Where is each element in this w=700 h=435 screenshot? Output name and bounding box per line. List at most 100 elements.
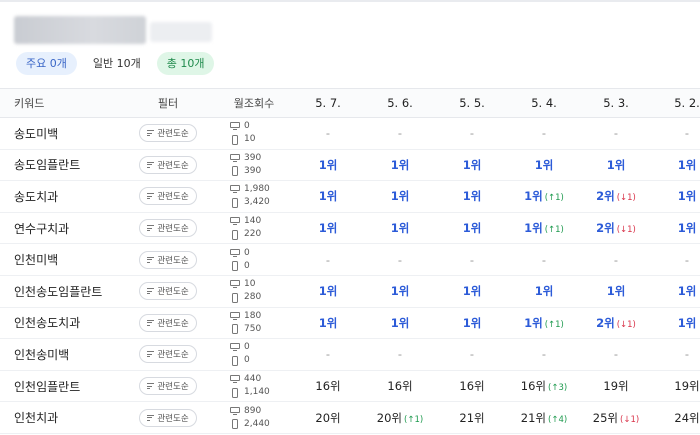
rank-cell[interactable]: 1위 bbox=[436, 149, 508, 182]
keyword-cell[interactable]: 인천송미백 bbox=[0, 338, 120, 371]
keyword-cell[interactable]: 인천송도임플란트 bbox=[0, 275, 120, 308]
rank-value: - bbox=[469, 126, 475, 141]
rank-value: - bbox=[397, 126, 403, 141]
column-header-date[interactable]: 5. 4. bbox=[508, 88, 580, 118]
keyword-cell[interactable]: 연수구치과 bbox=[0, 212, 120, 245]
pc-volume: 440 bbox=[244, 374, 262, 385]
rank-cell[interactable]: - bbox=[436, 117, 508, 150]
filter-cell: 관련도순 bbox=[120, 212, 216, 245]
filter-sort-button[interactable]: 관련도순 bbox=[139, 155, 197, 174]
keyword-cell[interactable]: 인천임플란트 bbox=[0, 370, 120, 403]
rank-cell[interactable]: 24위 bbox=[652, 401, 700, 434]
rank-cell[interactable]: 2위 (↓1) bbox=[580, 180, 652, 213]
rank-cell[interactable]: - bbox=[652, 117, 700, 150]
column-header-date[interactable]: 5. 5. bbox=[436, 88, 508, 118]
rank-cell[interactable]: - bbox=[292, 117, 364, 150]
filter-sort-button[interactable]: 관련도순 bbox=[139, 219, 197, 238]
rank-cell[interactable]: 1위 bbox=[292, 275, 364, 308]
rank-cell[interactable]: 16위 bbox=[436, 370, 508, 403]
rank-cell[interactable]: - bbox=[364, 243, 436, 276]
rank-cell[interactable]: 1위 bbox=[436, 212, 508, 245]
rank-cell[interactable]: - bbox=[436, 338, 508, 371]
filter-sort-button[interactable]: 관련도순 bbox=[139, 377, 197, 396]
filter-sort-button[interactable]: 관련도순 bbox=[139, 408, 197, 427]
rank-cell[interactable]: 1위 bbox=[508, 149, 580, 182]
rank-cell[interactable]: 20위 (↑1) bbox=[364, 401, 436, 434]
rank-change: (↓1) bbox=[616, 225, 636, 236]
filter-label: 관련도순 bbox=[157, 224, 189, 235]
column-header-date[interactable]: 5. 3. bbox=[580, 88, 652, 118]
filter-label: 관련도순 bbox=[157, 129, 189, 140]
rank-cell[interactable]: 1위 bbox=[292, 212, 364, 245]
rank-cell[interactable]: 21위 bbox=[436, 401, 508, 434]
keyword-cell[interactable]: 송도미백 bbox=[0, 117, 120, 150]
rank-cell[interactable]: 1위 bbox=[436, 307, 508, 340]
volume-cell: 0 0 bbox=[216, 243, 292, 276]
rank-cell[interactable]: 1위 bbox=[364, 307, 436, 340]
rank-cell[interactable]: - bbox=[436, 243, 508, 276]
rank-cell[interactable]: 1위 bbox=[652, 307, 700, 340]
filter-sort-button[interactable]: 관련도순 bbox=[139, 282, 197, 301]
rank-cell[interactable]: 1위 bbox=[364, 212, 436, 245]
rank-cell[interactable]: 1위 bbox=[292, 149, 364, 182]
pill-major-count[interactable]: 주요 0개 bbox=[16, 52, 77, 75]
rank-cell[interactable]: 16위 bbox=[364, 370, 436, 403]
rank-cell[interactable]: 2위 (↓1) bbox=[580, 212, 652, 245]
rank-cell[interactable]: - bbox=[364, 338, 436, 371]
pill-general-count[interactable]: 일반 10개 bbox=[82, 52, 151, 75]
filter-sort-button[interactable]: 관련도순 bbox=[139, 345, 197, 364]
filter-sort-button[interactable]: 관련도순 bbox=[139, 250, 197, 269]
rank-cell[interactable]: - bbox=[292, 243, 364, 276]
rank-cell[interactable]: - bbox=[292, 338, 364, 371]
keyword-cell[interactable]: 송도임플란트 bbox=[0, 149, 120, 182]
rank-cell[interactable]: 1위 bbox=[652, 180, 700, 213]
rank-cell[interactable]: - bbox=[652, 243, 700, 276]
rank-cell[interactable]: 1위 bbox=[652, 149, 700, 182]
rank-cell[interactable]: 19위 bbox=[652, 370, 700, 403]
rank-cell[interactable]: 1위 bbox=[292, 180, 364, 213]
rank-cell[interactable]: 1위 bbox=[652, 275, 700, 308]
filter-sort-button[interactable]: 관련도순 bbox=[139, 124, 197, 143]
filter-sort-button[interactable]: 관련도순 bbox=[139, 187, 197, 206]
column-header-date[interactable]: 5. 7. bbox=[292, 88, 364, 118]
rank-cell[interactable]: 1위 bbox=[436, 275, 508, 308]
rank-cell[interactable]: - bbox=[580, 117, 652, 150]
rank-cell[interactable]: 1위 (↑1) bbox=[508, 180, 580, 213]
rank-cell[interactable]: 1위 (↑1) bbox=[508, 307, 580, 340]
pill-total-count[interactable]: 총 10개 bbox=[156, 52, 215, 75]
rank-cell[interactable]: 1위 bbox=[580, 275, 652, 308]
filter-sort-button[interactable]: 관련도순 bbox=[139, 313, 197, 332]
rank-cell[interactable]: 1위 bbox=[652, 212, 700, 245]
rank-cell[interactable]: - bbox=[508, 243, 580, 276]
rank-cell[interactable]: 16위 bbox=[292, 370, 364, 403]
rank-cell[interactable]: - bbox=[508, 117, 580, 150]
rank-cell[interactable]: 2위 (↓1) bbox=[580, 307, 652, 340]
rank-cell[interactable]: 1위 bbox=[292, 307, 364, 340]
rank-cell[interactable]: 1위 bbox=[508, 275, 580, 308]
keyword-cell[interactable]: 인천송도치과 bbox=[0, 307, 120, 340]
rank-cell[interactable]: 21위 (↑4) bbox=[508, 401, 580, 434]
rank-cell[interactable]: 1위 bbox=[364, 180, 436, 213]
rank-cell[interactable]: - bbox=[652, 338, 700, 371]
rank-cell[interactable]: 16위 (↑3) bbox=[508, 370, 580, 403]
keyword-cell[interactable]: 인천미백 bbox=[0, 243, 120, 276]
rank-cell[interactable]: - bbox=[364, 117, 436, 150]
rank-cell[interactable]: - bbox=[508, 338, 580, 371]
column-header-date[interactable]: 5. 2. bbox=[652, 88, 700, 118]
rank-cell[interactable]: 1위 (↑1) bbox=[508, 212, 580, 245]
rank-cell[interactable]: 19위 bbox=[580, 370, 652, 403]
rank-cell[interactable]: 25위 (↓1) bbox=[580, 401, 652, 434]
filter-cell: 관련도순 bbox=[120, 243, 216, 276]
rank-cell[interactable]: 1위 bbox=[580, 149, 652, 182]
rank-cell[interactable]: - bbox=[580, 243, 652, 276]
column-header-date[interactable]: 5. 6. bbox=[364, 88, 436, 118]
pc-volume: 140 bbox=[244, 216, 262, 227]
rank-cell[interactable]: 20위 bbox=[292, 401, 364, 434]
rank-cell[interactable]: 1위 bbox=[364, 149, 436, 182]
keyword-cell[interactable]: 인천치과 bbox=[0, 401, 120, 434]
rank-cell[interactable]: 1위 bbox=[364, 275, 436, 308]
rank-value: - bbox=[613, 126, 619, 141]
keyword-cell[interactable]: 송도치과 bbox=[0, 180, 120, 213]
rank-cell[interactable]: 1위 bbox=[436, 180, 508, 213]
rank-cell[interactable]: - bbox=[580, 338, 652, 371]
